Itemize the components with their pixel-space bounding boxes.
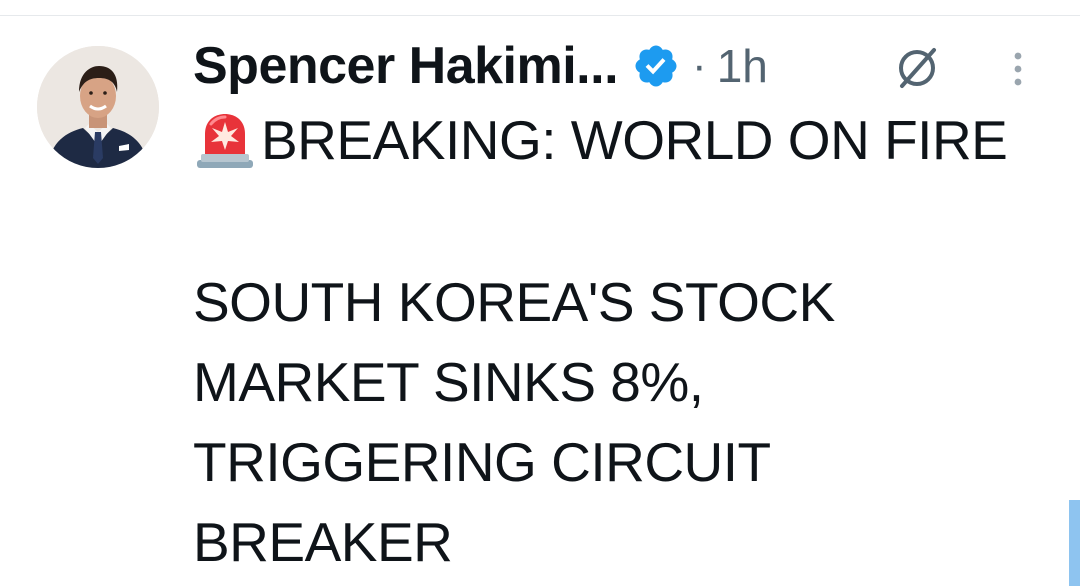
avatar-photo bbox=[37, 46, 159, 168]
header-separator: · bbox=[692, 41, 707, 90]
tweet-body-line: SOUTH KOREA'S STOCK bbox=[193, 271, 835, 333]
avatar[interactable] bbox=[37, 46, 159, 168]
tweet-body-line: TRIGGERING CIRCUIT bbox=[193, 431, 771, 493]
tweet-body-line: BREAKER bbox=[193, 511, 453, 573]
tweet-body: SOUTH KOREA'S STOCK MARKET SINKS 8%, TRI… bbox=[193, 262, 1053, 582]
tweet-header: Spencer Hakimi... · 1h bbox=[193, 36, 768, 96]
top-divider bbox=[0, 15, 1080, 16]
headline-text: BREAKING: WORLD ON FIRE bbox=[261, 109, 1008, 171]
verified-badge-icon[interactable] bbox=[632, 42, 680, 90]
police-car-light-icon bbox=[197, 114, 253, 168]
tweet-headline: BREAKING: WORLD ON FIRE bbox=[193, 108, 1008, 172]
scrollbar-thumb[interactable] bbox=[1069, 500, 1080, 586]
more-options-icon[interactable] bbox=[1006, 48, 1030, 90]
timestamp[interactable]: 1h bbox=[717, 39, 768, 93]
tweet-body-line: MARKET SINKS 8%, bbox=[193, 351, 704, 413]
grok-icon[interactable] bbox=[892, 42, 942, 92]
author-display-name[interactable]: Spencer Hakimi... bbox=[193, 36, 619, 96]
